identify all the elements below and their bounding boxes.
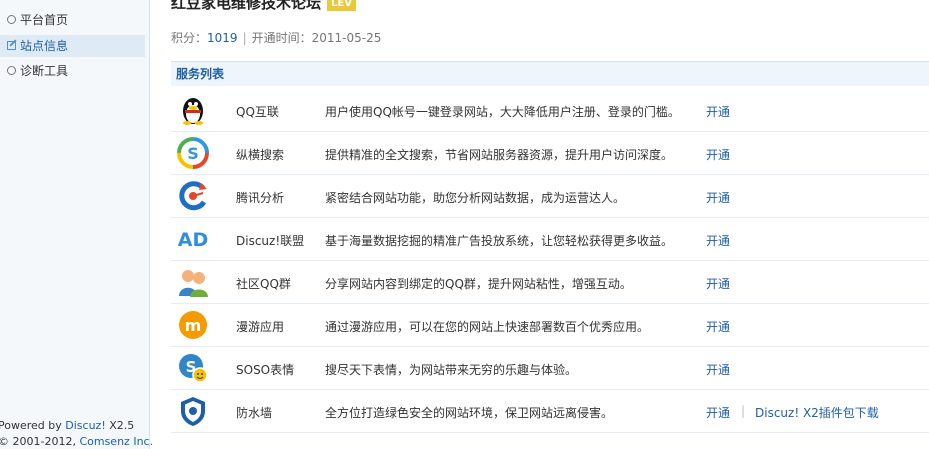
service-name: SOSO表情 bbox=[236, 363, 295, 377]
discuz-link[interactable]: Discuz! bbox=[65, 419, 105, 432]
manyou-app-icon: m bbox=[177, 309, 209, 341]
level-badge: LEV bbox=[327, 0, 356, 11]
link-separator: | bbox=[741, 404, 746, 418]
open-time-value: 2011-05-25 bbox=[311, 31, 382, 45]
activate-link[interactable]: 开通 bbox=[706, 103, 730, 120]
soso-emoji-icon: S bbox=[177, 352, 209, 384]
svg-text:AD: AD bbox=[178, 229, 208, 251]
sidebar-item-site-info[interactable]: 站点信息 bbox=[0, 35, 145, 57]
sidebar-item-label: 平台首页 bbox=[20, 13, 69, 27]
sidebar-item-diagnostic-tools[interactable]: 诊断工具 bbox=[0, 60, 145, 82]
service-description: 搜尽天下表情，为网站带来无穷的乐趣与体验。 bbox=[325, 363, 578, 377]
activate-link[interactable]: 开通 bbox=[706, 275, 730, 292]
score-value: 1019 bbox=[207, 31, 238, 45]
service-name: 腾讯分析 bbox=[236, 191, 285, 205]
site-meta: 积分：1019 | 开通时间：2011-05-25 bbox=[171, 29, 381, 46]
edit-icon bbox=[7, 41, 16, 50]
activate-link[interactable]: 开通 bbox=[706, 232, 730, 249]
site-title: 红豆家电维修技术论坛 LEV bbox=[171, 0, 356, 13]
meta-separator: | bbox=[242, 31, 247, 45]
activate-link[interactable]: 开通 bbox=[706, 361, 730, 378]
service-description: 分享网站内容到绑定的QQ群，提升网站粘性，增强互动。 bbox=[325, 277, 632, 291]
activate-link[interactable]: 开通 bbox=[706, 146, 730, 163]
activate-link[interactable]: 开通 bbox=[706, 318, 730, 335]
tencent-analytics-icon bbox=[177, 180, 209, 212]
service-row: QQ互联 用户使用QQ帐号一键登录网站，大大降低用户注册、登录的门槛。 开通 bbox=[171, 89, 929, 132]
service-name: 漫游应用 bbox=[236, 320, 285, 334]
comsenz-link[interactable]: Comsenz Inc. bbox=[79, 435, 153, 448]
plugin-download-link[interactable]: Discuz! X2插件包下载 bbox=[755, 404, 879, 421]
activate-link[interactable]: 开通 bbox=[706, 189, 730, 206]
service-description: 全方位打造绿色安全的网站环境，保卫网站远离侵害。 bbox=[325, 406, 614, 420]
sidebar-item-label: 诊断工具 bbox=[20, 64, 69, 78]
security-shield-icon bbox=[177, 395, 209, 427]
main-content: 红豆家电维修技术论坛 LEV 积分：1019 | 开通时间：2011-05-25 服务… bbox=[171, 0, 929, 449]
sidebar: 平台首页 站点信息 诊断工具 Powered by Discuz! X2.5 ©… bbox=[0, 0, 153, 449]
service-description: 紧密结合网站功能，助您分析网站数据，成为运营达人。 bbox=[325, 191, 626, 205]
service-row: S SOSO表情 搜尽天下表情，为网站带来无穷的乐趣与体验。 开通 bbox=[171, 347, 929, 390]
service-row: 防水墙 全方位打造绿色安全的网站环境，保卫网站远离侵害。 开通 | Discuz! X2… bbox=[171, 390, 929, 433]
activate-link[interactable]: 开通 bbox=[706, 404, 730, 421]
powered-prefix: Powered by bbox=[0, 419, 66, 432]
service-description: 提供精准的全文搜索，节省网站服务器资源，提升用户访问深度。 bbox=[325, 148, 674, 162]
qq-group-icon bbox=[177, 266, 209, 298]
powered-by: Powered by Discuz! X2.5 bbox=[0, 419, 134, 432]
service-name: 纵横搜索 bbox=[236, 148, 285, 162]
ad-union-icon: AD bbox=[177, 223, 209, 255]
service-description: 通过漫游应用，可以在您的网站上快速部署数百个优秀应用。 bbox=[325, 320, 650, 334]
service-description: 基于海量数据挖掘的精准广告投放系统，让您轻松获得更多收益。 bbox=[325, 234, 674, 248]
version-text: X2.5 bbox=[105, 419, 135, 432]
service-row: 社区QQ群 分享网站内容到绑定的QQ群，提升网站粘性，增强互动。 开通 bbox=[171, 261, 929, 304]
sidebar-item-label: 站点信息 bbox=[20, 39, 69, 53]
service-name: QQ互联 bbox=[236, 105, 279, 119]
service-name: Discuz!联盟 bbox=[236, 234, 305, 248]
service-description: 用户使用QQ帐号一键登录网站，大大降低用户注册、登录的门槛。 bbox=[325, 105, 680, 119]
service-row: 腾讯分析 紧密结合网站功能，助您分析网站数据，成为运营达人。 开通 bbox=[171, 175, 929, 218]
sidebar-item-platform-home[interactable]: 平台首页 bbox=[0, 9, 145, 31]
copyright: © 2001-2012, Comsenz Inc. bbox=[0, 435, 153, 448]
service-row: S 纵横搜索 提供精准的全文搜索，节省网站服务器资源，提升用户访问深度。 开通 bbox=[171, 132, 929, 175]
service-name: 社区QQ群 bbox=[236, 277, 291, 291]
service-row: m 漫游应用 通过漫游应用，可以在您的网站上快速部署数百个优秀应用。 开通 bbox=[171, 304, 929, 347]
circle-icon bbox=[7, 15, 16, 24]
site-title-text: 红豆家电维修技术论坛 bbox=[171, 0, 322, 12]
qq-penguin-icon bbox=[177, 94, 209, 126]
svg-text:m: m bbox=[185, 316, 202, 335]
service-name: 防水墙 bbox=[236, 406, 273, 420]
open-time-label: 开通时间： bbox=[251, 31, 312, 45]
score-label: 积分： bbox=[171, 31, 208, 45]
soso-search-icon: S bbox=[177, 137, 209, 169]
service-row: AD Discuz!联盟 基于海量数据挖掘的精准广告投放系统，让您轻松获得更多收益。… bbox=[171, 218, 929, 261]
copyright-prefix: © 2001-2012, bbox=[0, 435, 80, 448]
service-list-header: 服务列表 bbox=[171, 61, 929, 86]
circle-icon bbox=[7, 66, 16, 75]
svg-text:S: S bbox=[187, 144, 199, 163]
